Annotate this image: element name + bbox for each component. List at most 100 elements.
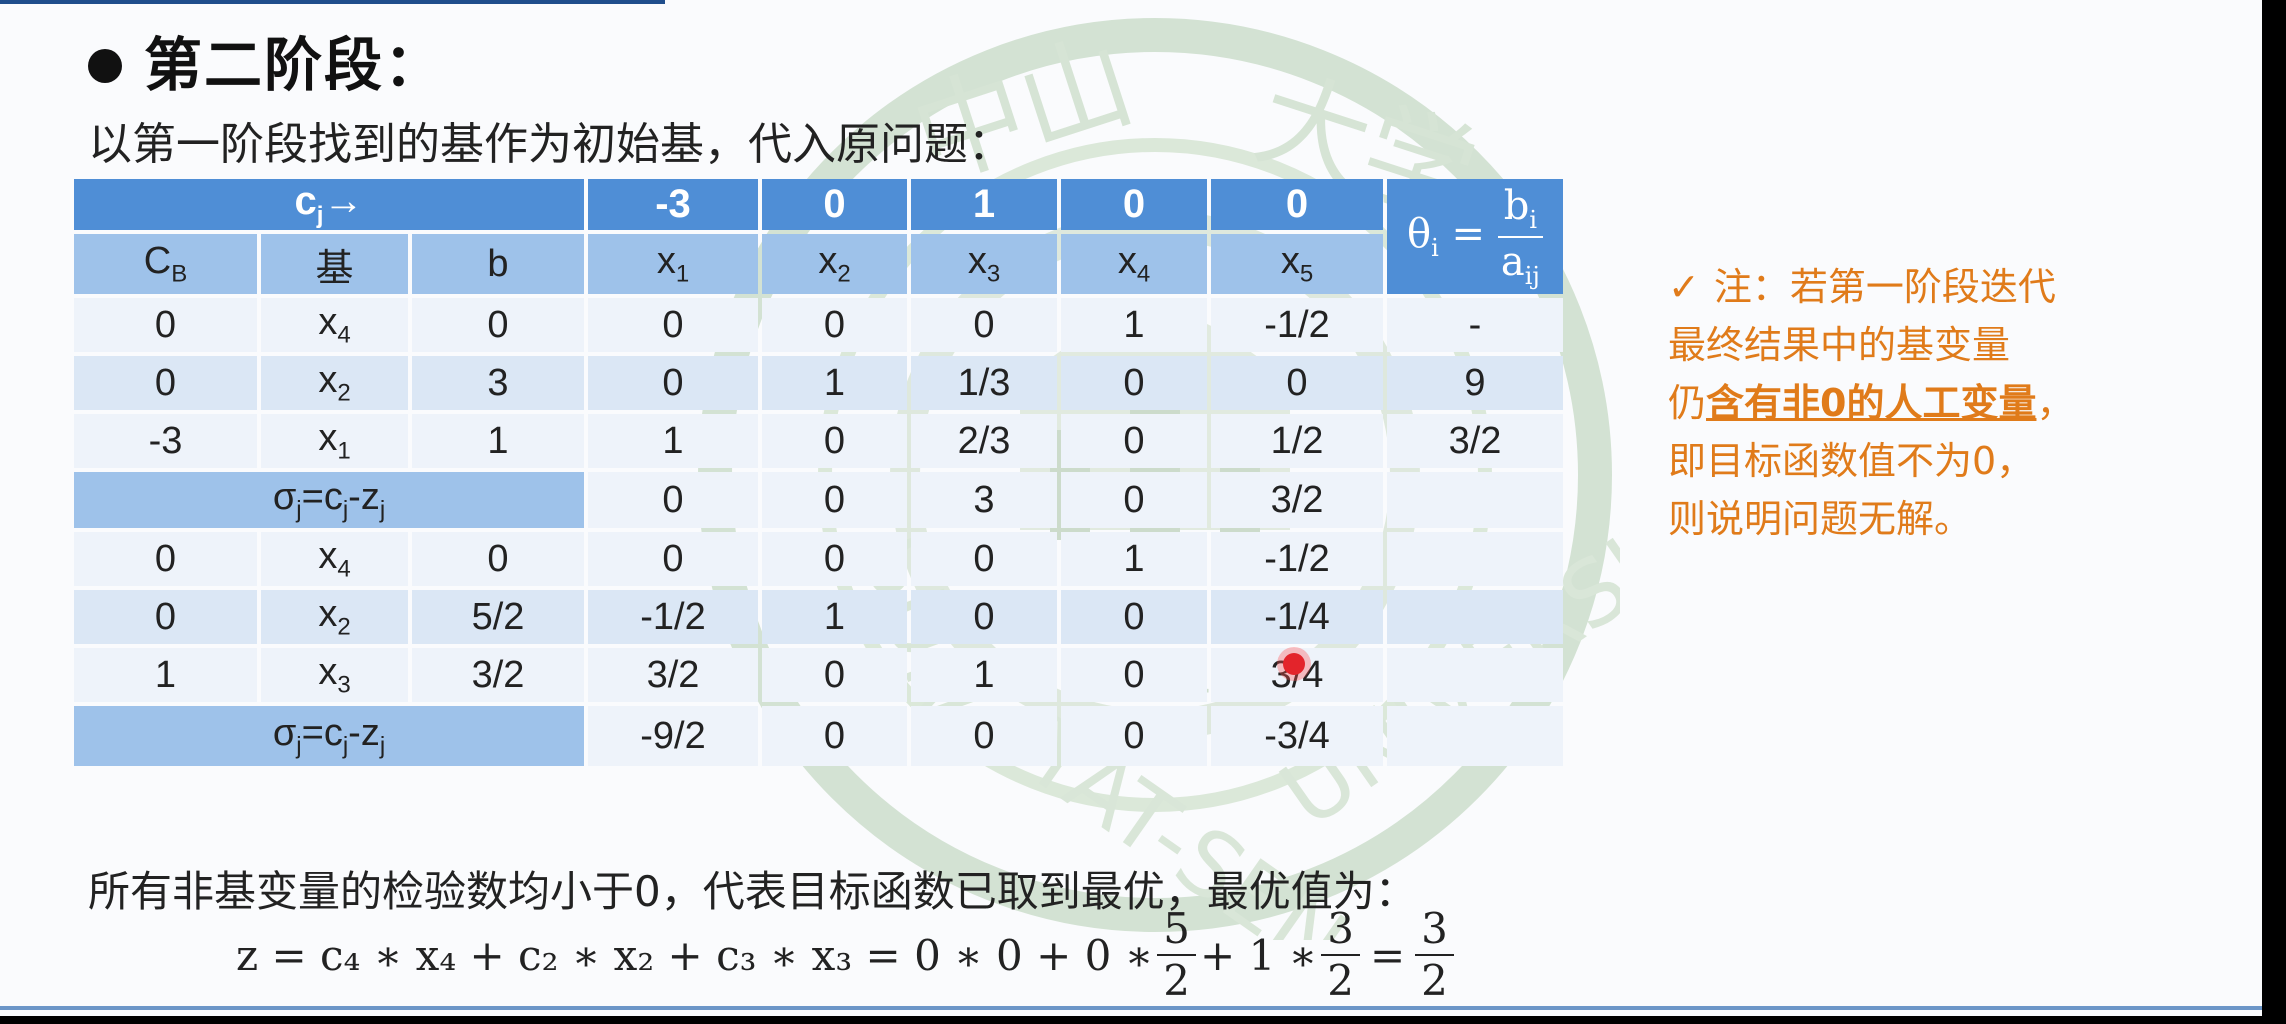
value-cell: 1	[1061, 298, 1207, 352]
b-cell: 1	[412, 414, 584, 468]
value-cell: 1/2	[1211, 414, 1383, 468]
value-cell: -1/2	[588, 590, 758, 644]
formula-fraction: 32	[1415, 908, 1454, 1002]
bottom-accent-line	[0, 1006, 2262, 1010]
intro-text: 以第一阶段找到的基作为初始基，代入原问题：	[88, 119, 1012, 170]
cj-value: -3	[588, 179, 758, 230]
value-cell: 0	[588, 356, 758, 410]
slide: 中山 大学 1924 SUN YAT-SEN UNIVERSITY 第二阶段： …	[0, 0, 2262, 1016]
sigma-theta-empty	[1387, 706, 1563, 766]
formula-mid: + 1 ∗	[1200, 930, 1318, 980]
top-accent-line	[0, 0, 665, 4]
value-cell: 0	[762, 532, 907, 586]
value-cell: 0	[911, 590, 1057, 644]
note-line: 仍含有非0的人工变量，	[1668, 381, 2075, 425]
page-title: 第二阶段：	[88, 18, 444, 102]
bullet-icon	[88, 48, 122, 83]
b-cell: 5/2	[412, 590, 584, 644]
cj-value: 1	[911, 179, 1057, 230]
cb-cell: 0	[74, 590, 257, 644]
value-cell: 0	[911, 532, 1057, 586]
tableau-block-1: 0 x4 0 0 0 0 1 -1/2-0 x2 3 0 1 1/3 0 0 9 -3 x1 1 1 0 2/3 0 1/2 3…	[74, 298, 1563, 468]
cj-value: 0	[762, 179, 907, 230]
b-cell: 0	[412, 298, 584, 352]
value-cell: 0	[762, 648, 907, 702]
value-cell: -1/2	[1211, 532, 1383, 586]
video-frame-border	[0, 1016, 2286, 1024]
title-text: 第二阶段：	[144, 31, 445, 99]
video-frame-border	[2262, 0, 2286, 1024]
tableau-block-2: 0 x4 0 0 0 0 1 -1/2 0 x2 5/2 -1/2 1 0 0 -1/4 1 x3 3/2 3/2 0 1…	[74, 532, 1563, 702]
var-header: x1	[588, 234, 758, 294]
value-cell: 1	[911, 648, 1057, 702]
sigma-value: 3	[911, 472, 1057, 528]
sigma-value: 0	[762, 472, 907, 528]
sigma-theta-empty	[1387, 472, 1563, 528]
basis-cell: x2	[261, 590, 408, 644]
value-cell: 1/3	[911, 356, 1057, 410]
column-header-row: CB 基 b x1 x2 x3 x4 x5	[74, 234, 1563, 294]
theta-cell: -	[1387, 298, 1563, 352]
basis-cell: x1	[261, 414, 408, 468]
formula-fraction: 32	[1321, 908, 1360, 1002]
sigma-label: σj=cj-zj	[74, 706, 584, 766]
note-line: 即目标函数值不为0，	[1668, 439, 2035, 483]
formula-equals: =	[1369, 930, 1406, 980]
theta-cell	[1387, 590, 1563, 644]
value-cell: 0	[1061, 414, 1207, 468]
value-cell: 3/2	[588, 648, 758, 702]
cj-value: 0	[1061, 179, 1207, 230]
table-row: 0 x4 0 0 0 0 1 -1/2-	[74, 298, 1563, 352]
sigma-value: -3/4	[1211, 706, 1383, 766]
theta-cell: 9	[1387, 356, 1563, 410]
note-line: ✓ 注：若第一阶段迭代	[1668, 265, 2056, 309]
value-cell: 1	[588, 414, 758, 468]
basis-cell: x2	[261, 356, 408, 410]
b-cell: 3	[412, 356, 584, 410]
sigma-row: σj=cj-zj 0 0 3 0 3/2	[74, 472, 1563, 528]
value-cell: 0	[1211, 356, 1383, 410]
cb-cell: 1	[74, 648, 257, 702]
sigma-row: σj=cj-zj -9/2 0 0 0 -3/4	[74, 706, 1563, 766]
cj-value: 0	[1211, 179, 1383, 230]
table-row: -3 x1 1 1 0 2/3 0 1/2 3/2	[74, 414, 1563, 468]
sigma-value: 0	[911, 706, 1057, 766]
value-cell: 0	[762, 414, 907, 468]
var-header: x5	[1211, 234, 1383, 294]
sigma-value: 0	[1061, 706, 1207, 766]
table-row: 0 x2 3 0 1 1/3 0 0 9	[74, 356, 1563, 410]
value-cell: 0	[762, 298, 907, 352]
note-line: 则说明问题无解。	[1668, 497, 1973, 541]
cb-cell: -3	[74, 414, 257, 468]
checkmark-icon: ✓	[1668, 265, 1700, 309]
sigma-value: -9/2	[588, 706, 758, 766]
cb-cell: 0	[74, 298, 257, 352]
var-header: x3	[911, 234, 1057, 294]
theta-cell	[1387, 532, 1563, 586]
b-cell: 3/2	[412, 648, 584, 702]
var-header: x2	[762, 234, 907, 294]
value-cell: 2/3	[911, 414, 1057, 468]
basis-cell: x3	[261, 648, 408, 702]
value-cell: 0	[911, 298, 1057, 352]
sigma-value: 3/2	[1211, 472, 1383, 528]
b-cell: 0	[412, 532, 584, 586]
basis-cell: x4	[261, 298, 408, 352]
table-row: 1x33/23/20103/4	[74, 648, 1563, 702]
cb-cell: 0	[74, 532, 257, 586]
b-header: b	[412, 234, 584, 294]
value-cell: -1/2	[1211, 298, 1383, 352]
laser-pointer-dot	[1283, 653, 1305, 675]
theta-cell	[1387, 648, 1563, 702]
value-cell: 0	[588, 298, 758, 352]
theta-header: θi = bi aij	[1387, 179, 1563, 294]
formula-main: z = c₄ ∗ x₄ + c₂ ∗ x₂ + c₃ ∗ x₃ = 0 ∗ 0 …	[236, 930, 1154, 980]
formula-fraction: 52	[1157, 908, 1197, 1002]
basis-cell: x4	[261, 532, 408, 586]
sigma-label: σj=cj-zj	[74, 472, 584, 528]
value-cell: 1	[1061, 532, 1207, 586]
value-cell: 0	[1061, 648, 1207, 702]
cj-row: cj→ -3 0 1 0 0 θi = bi aij	[74, 179, 1563, 294]
theta-cell: 3/2	[1387, 414, 1563, 468]
var-header: x4	[1061, 234, 1207, 294]
